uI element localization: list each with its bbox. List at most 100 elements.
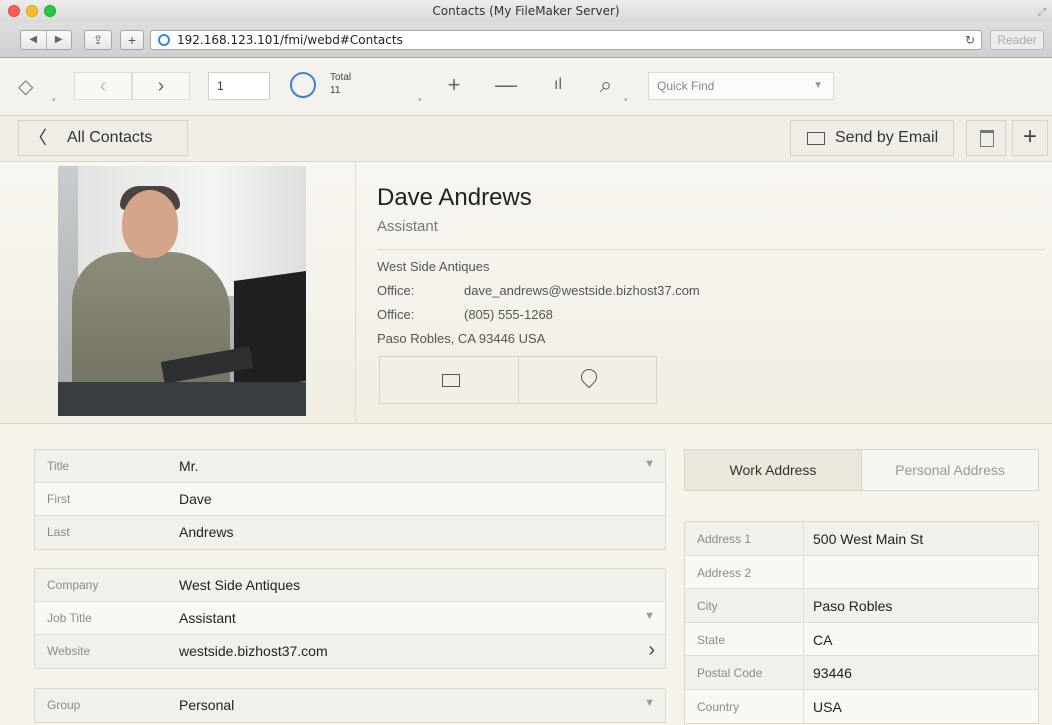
contact-phone[interactable]: (805) 555-1268 (464, 307, 553, 322)
first-name-field[interactable]: Dave (179, 491, 212, 507)
state-field[interactable]: CA (813, 632, 832, 648)
address-1-field[interactable]: 500 West Main St (813, 531, 923, 547)
field-row-job-title[interactable]: Job Title Assistant ▼ (35, 602, 665, 635)
field-row-postal-code[interactable]: Postal Code 93446 (685, 656, 1038, 690)
field-label: Company (47, 578, 99, 592)
chevron-right-icon[interactable]: › (648, 639, 655, 662)
field-row-company[interactable]: Company West Side Antiques (35, 569, 665, 602)
field-label: Group (47, 698, 81, 712)
record-number-field[interactable]: 1 (208, 72, 270, 100)
envelope-icon (807, 132, 825, 145)
all-contacts-label: All Contacts (67, 129, 153, 146)
tab-work-address[interactable]: Work Address (685, 450, 862, 490)
address-tabs: Work Address Personal Address (684, 449, 1039, 491)
layout-book-icon[interactable]: ◇ (18, 74, 33, 99)
send-by-email-button[interactable]: Send by Email (790, 120, 954, 156)
field-row-country[interactable]: Country USA (685, 689, 1038, 723)
add-contact-button[interactable]: + (1012, 120, 1048, 156)
field-label: Country (697, 699, 740, 714)
field-label: First (47, 492, 71, 506)
field-row-address-2[interactable]: Address 2 (685, 555, 1038, 589)
field-row-title[interactable]: Title Mr. ▼ (35, 450, 665, 483)
previous-record-button[interactable]: ‹ (74, 72, 132, 100)
location-pin-icon (577, 365, 600, 389)
envelope-icon (442, 374, 460, 387)
phone-type-label: Office: (377, 307, 415, 322)
contact-photo[interactable] (58, 166, 306, 416)
job-title-field[interactable]: Assistant (179, 610, 236, 626)
total-label: Total (330, 72, 352, 83)
contact-actions (379, 356, 657, 404)
field-row-address-1[interactable]: Address 1 500 West Main St (685, 522, 1038, 556)
contact-company: West Side Antiques (377, 259, 490, 274)
name-field-group: Title Mr. ▼ First Dave Last Andrews (34, 449, 666, 550)
share-button[interactable]: ⇪ (84, 30, 112, 50)
record-progress-icon (290, 72, 316, 98)
field-row-state[interactable]: State CA (685, 622, 1038, 656)
forward-icon[interactable]: ▶ (47, 31, 72, 49)
email-action-button[interactable] (380, 357, 519, 403)
field-label: Address 2 (697, 565, 752, 580)
city-field[interactable]: Paso Robles (813, 598, 892, 614)
contact-email[interactable]: dave_andrews@westside.bizhost37.com (464, 283, 700, 298)
chevron-left-icon: 〈 (29, 128, 47, 148)
company-field[interactable]: West Side Antiques (179, 577, 300, 593)
search-icon[interactable]: ⌕ (584, 72, 628, 100)
country-field[interactable]: USA (813, 699, 842, 715)
globe-icon (158, 34, 170, 46)
title-field[interactable]: Mr. (179, 458, 198, 474)
field-row-city[interactable]: City Paso Robles (685, 589, 1038, 623)
delete-contact-button[interactable] (966, 120, 1006, 156)
contact-job-title: Assistant (377, 218, 438, 235)
quick-find-dropdown-icon[interactable]: ▼ (813, 73, 823, 99)
address-field-group: Address 1 500 West Main St Address 2 Cit… (684, 521, 1039, 724)
field-row-website[interactable]: Website westside.bizhost37.com › (35, 635, 665, 668)
website-field[interactable]: westside.bizhost37.com (179, 643, 328, 659)
tab-personal-address[interactable]: Personal Address (862, 450, 1038, 490)
reload-icon[interactable]: ↻ (965, 31, 975, 49)
records-menu-caret-icon[interactable]: ▾ (418, 96, 424, 104)
field-label: Job Title (47, 611, 92, 625)
quick-find-input[interactable]: Quick Find ▼ (648, 72, 834, 100)
field-row-last[interactable]: Last Andrews (35, 516, 665, 549)
map-action-button[interactable] (519, 357, 657, 403)
contact-card: Dave Andrews Assistant West Side Antique… (0, 162, 1052, 424)
back-icon[interactable]: ◀ (21, 31, 47, 49)
contact-name: Dave Andrews (377, 184, 532, 211)
fullscreen-icon[interactable]: ⤢ (1038, 2, 1046, 24)
layout-header: 〈 All Contacts Send by Email + (0, 116, 1052, 162)
book-menu-caret-icon[interactable]: ▾ (52, 96, 58, 104)
dropdown-arrow-icon[interactable]: ▼ (644, 458, 655, 470)
address-bar[interactable]: 192.168.123.101/fmi/webd#Contacts ↻ (150, 30, 982, 50)
new-tab-button[interactable]: + (120, 30, 144, 50)
close-window-button[interactable] (8, 5, 20, 17)
company-field-group: Company West Side Antiques Job Title Ass… (34, 568, 666, 669)
delete-record-button[interactable]: — (484, 72, 528, 100)
field-row-group[interactable]: Group Personal ▼ (35, 689, 665, 722)
postal-code-field[interactable]: 93446 (813, 665, 852, 681)
dropdown-arrow-icon[interactable]: ▼ (644, 697, 655, 709)
group-field[interactable]: Personal (179, 697, 234, 713)
group-field-group: Group Personal ▼ (34, 688, 666, 723)
search-menu-caret-icon[interactable]: ▾ (624, 96, 630, 104)
quick-find-placeholder: Quick Find (657, 79, 715, 93)
total-count: 11 (330, 85, 341, 96)
next-record-button[interactable]: › (132, 72, 190, 100)
dropdown-arrow-icon[interactable]: ▼ (644, 610, 655, 622)
all-contacts-button[interactable]: 〈 All Contacts (18, 120, 188, 156)
field-row-first[interactable]: First Dave (35, 483, 665, 516)
sort-button[interactable]: ıl (536, 72, 580, 100)
reader-button[interactable]: Reader (990, 30, 1044, 50)
email-type-label: Office: (377, 283, 415, 298)
last-name-field[interactable]: Andrews (179, 524, 233, 540)
field-label: Website (47, 644, 91, 658)
new-record-button[interactable]: + (432, 72, 476, 100)
url-text: 192.168.123.101/fmi/webd#Contacts (177, 33, 403, 47)
zoom-window-button[interactable] (44, 5, 56, 17)
field-label: Last (47, 525, 70, 539)
filemaker-toolbar: ◇ ▾ ‹ › 1 Total 11 ▾ + — ıl ⌕ ▾ Quick Fi… (0, 58, 1052, 116)
minimize-window-button[interactable] (26, 5, 38, 17)
contact-city-state: Paso Robles, CA 93446 USA (377, 331, 546, 346)
send-by-email-label: Send by Email (835, 129, 939, 146)
divider (377, 249, 1045, 250)
